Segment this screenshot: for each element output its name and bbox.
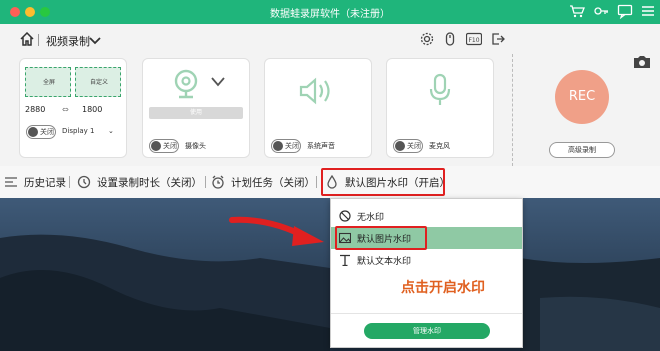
chevron-down-icon[interactable]: [88, 34, 102, 48]
toolbar-separator: [205, 176, 206, 188]
timer-icon: [77, 175, 91, 189]
fullscreen-button[interactable]: 全屏: [25, 67, 71, 97]
nav-separator: [38, 34, 39, 46]
export-icon[interactable]: [491, 32, 505, 46]
list-icon: [5, 177, 17, 187]
speaker-icon: [299, 77, 330, 105]
camera-use-button[interactable]: 使用: [149, 107, 243, 119]
camera-card: 使用 关闭 摄像头: [142, 58, 250, 158]
duration-label: 设置录制时长（关闭）: [97, 176, 202, 189]
menu-icon[interactable]: [640, 3, 656, 19]
history-label: 历史记录: [24, 176, 66, 189]
svg-text:F10: F10: [468, 37, 479, 44]
text-icon: [340, 254, 350, 266]
system-audio-label: 系统声音: [307, 142, 335, 150]
arrow-annotation: [229, 216, 324, 246]
dropdown-item-label: 默认文本水印: [357, 256, 412, 267]
watermark-dropdown: 无水印 默认图片水印 默认文本水印 点击开启水印 管理水印: [330, 198, 523, 348]
panel-divider: [512, 54, 513, 166]
alarm-clock-icon: [212, 175, 224, 189]
no-entry-icon: [339, 210, 351, 222]
microphone-icon: [429, 73, 451, 105]
webcam-icon: [174, 69, 198, 99]
recording-mode-label[interactable]: 视频录制: [46, 33, 90, 49]
history-button[interactable]: 历史记录: [4, 166, 66, 198]
manage-watermark-button[interactable]: 管理水印: [364, 323, 490, 339]
height-field[interactable]: 1800: [82, 105, 112, 119]
chevron-down-icon[interactable]: ⌄: [108, 127, 114, 135]
microphone-label: 麦克风: [429, 142, 450, 150]
rec-button[interactable]: REC: [555, 70, 609, 124]
toggle-label: 关闭: [40, 128, 54, 136]
gear-icon[interactable]: [420, 32, 434, 46]
custom-area-button[interactable]: 自定义: [75, 67, 121, 97]
dropdown-item-no-watermark[interactable]: 无水印: [331, 205, 522, 227]
toggle-label: 关闭: [163, 142, 177, 150]
microphone-toggle[interactable]: 关闭: [393, 139, 423, 153]
toggle-label: 关闭: [407, 142, 421, 150]
main-panel: 视频录制 F10 全屏 自定义 2880 ⇔ 1800 关闭 Display 1…: [0, 24, 660, 166]
toolbar-separator: [316, 176, 317, 188]
cart-icon[interactable]: [569, 3, 585, 19]
toggle-knob: [273, 141, 283, 151]
screen-toggle[interactable]: 关闭: [26, 125, 56, 139]
home-icon[interactable]: [20, 32, 34, 46]
screen-area-card: 全屏 自定义 2880 ⇔ 1800 关闭 Display 1 ⌄: [19, 58, 127, 158]
title-bar: 数据蛙录屏软件（未注册）: [0, 0, 660, 24]
advanced-record-button[interactable]: 高级录制: [549, 142, 615, 158]
system-audio-toggle[interactable]: 关闭: [271, 139, 301, 153]
schedule-label: 计划任务（关闭）: [231, 176, 315, 189]
camera-toggle[interactable]: 关闭: [149, 139, 179, 153]
instruction-note: 点击开启水印: [401, 280, 485, 296]
toggle-label: 关闭: [285, 142, 299, 150]
window-title: 数据蛙录屏软件（未注册）: [270, 9, 390, 20]
dropdown-item-label: 无水印: [357, 212, 385, 223]
display-select[interactable]: Display 1: [62, 127, 94, 135]
duration-button[interactable]: 设置录制时长（关闭）: [77, 166, 202, 198]
width-field[interactable]: 2880: [25, 105, 55, 119]
fullscreen-label: 全屏: [42, 79, 55, 86]
selected-item-highlight-box: [335, 226, 427, 250]
toggle-knob: [395, 141, 405, 151]
dropdown-item-text-watermark[interactable]: 默认文本水印: [331, 249, 522, 271]
schedule-button[interactable]: 计划任务（关闭）: [211, 166, 315, 198]
system-audio-card: 关闭 系统声音: [264, 58, 372, 158]
top-nav: 视频录制 F10: [0, 24, 520, 54]
chevron-down-icon[interactable]: [211, 77, 225, 87]
camera-label: 摄像头: [185, 142, 206, 150]
toggle-knob: [151, 141, 161, 151]
link-icon[interactable]: ⇔: [62, 105, 69, 114]
bottom-toolbar: 历史记录 设置录制时长（关闭） 计划任务（关闭） 默认图片水印（开启）: [0, 166, 660, 198]
chat-icon[interactable]: [617, 3, 633, 19]
custom-area-label: 自定义: [89, 79, 108, 86]
screenshot-camera-icon[interactable]: [633, 55, 651, 69]
microphone-card: 关闭 麦克风: [386, 58, 494, 158]
mouse-icon[interactable]: [443, 32, 457, 46]
key-icon[interactable]: [593, 3, 609, 19]
dropdown-divider: [331, 313, 522, 314]
toggle-knob: [28, 127, 38, 137]
watermark-highlight-box: [321, 168, 445, 196]
f10-hotkey-icon[interactable]: F10: [466, 32, 482, 46]
toolbar-separator: [69, 176, 70, 188]
